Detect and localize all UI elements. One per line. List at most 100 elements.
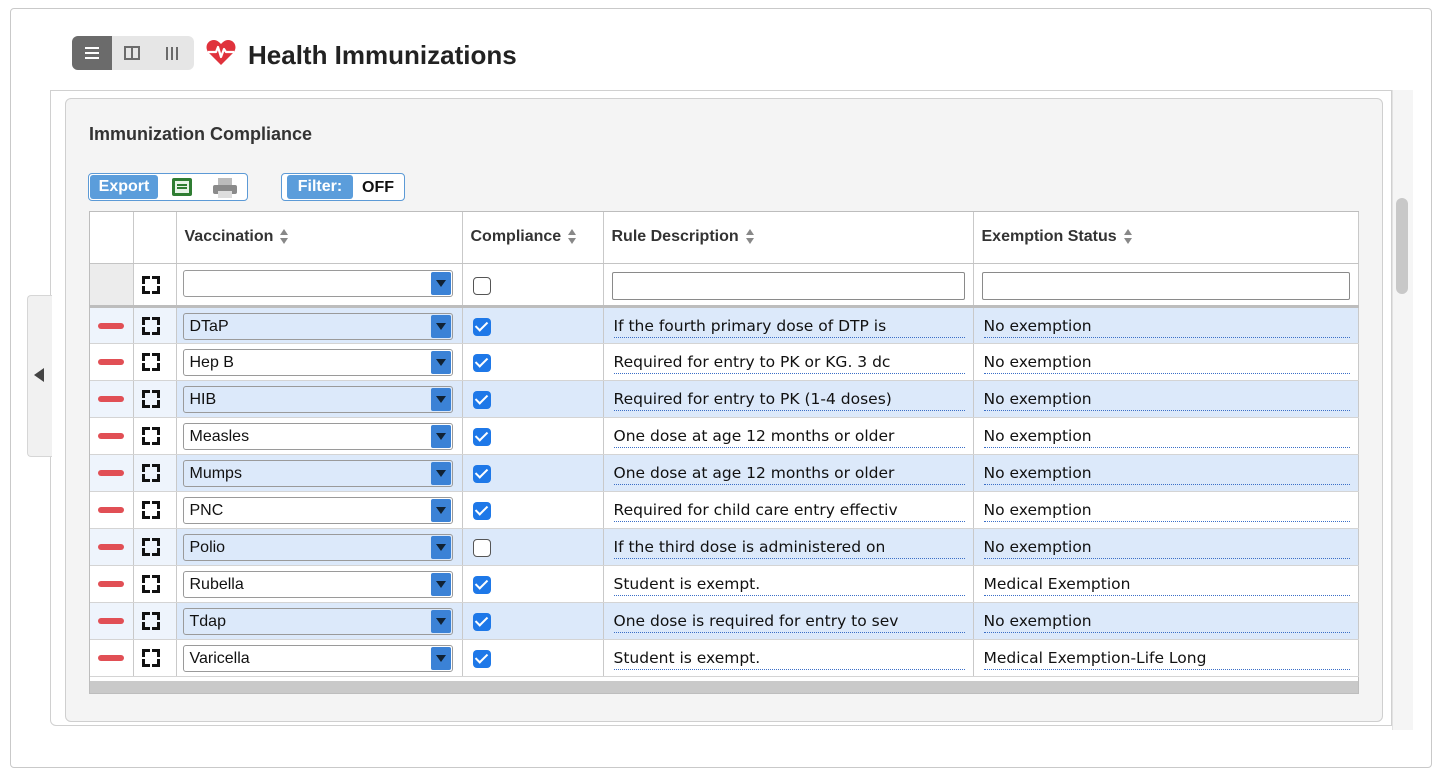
filter-toggle[interactable]: Filter: OFF (281, 173, 405, 201)
print-icon[interactable] (213, 178, 237, 198)
column-header-exemption-status[interactable]: Exemption Status (973, 212, 1359, 264)
column-header-compliance[interactable]: Compliance (462, 212, 604, 264)
expand-row-icon[interactable] (141, 352, 160, 371)
delete-row-icon[interactable] (98, 469, 124, 476)
compliance-checkbox[interactable] (472, 353, 491, 372)
expand-row-icon[interactable] (141, 611, 160, 630)
compliance-checkbox[interactable] (472, 464, 491, 483)
vaccination-select[interactable]: Measles (182, 422, 453, 450)
table-row: Mumps One dose at age 12 months or older N… (90, 454, 1359, 492)
rule-description-text[interactable]: One dose at age 12 months or older (613, 462, 965, 485)
collapse-sidebar-button[interactable] (27, 295, 52, 457)
exemption-status-text[interactable]: No exemption (983, 388, 1350, 411)
rule-description-text[interactable]: If the third dose is administered on (613, 536, 965, 559)
filter-cell-rule (603, 263, 974, 308)
delete-row-icon[interactable] (98, 395, 124, 402)
vaccination-select[interactable]: Hep B (182, 348, 453, 376)
exemption-status-text[interactable]: No exemption (983, 425, 1350, 448)
exemption-status-text[interactable]: Medical Exemption-Life Long (983, 647, 1350, 670)
sort-icon[interactable] (745, 228, 755, 246)
exemption-status-text[interactable]: No exemption (983, 351, 1350, 374)
expand-row-icon[interactable] (141, 389, 160, 408)
compliance-checkbox[interactable] (472, 538, 491, 557)
rule-description-text[interactable]: One dose is required for entry to sev (613, 610, 965, 633)
vaccination-filter-select[interactable] (182, 269, 453, 297)
delete-row-icon[interactable] (98, 506, 124, 513)
filter-cell-expand (133, 263, 177, 308)
delete-row-icon[interactable] (98, 580, 124, 587)
export-button[interactable]: Export (90, 175, 158, 199)
compliance-cell (462, 639, 604, 677)
exemption-status-text[interactable]: Medical Exemption (983, 573, 1350, 596)
rule-description-text[interactable]: Student is exempt. (613, 647, 965, 670)
rule-filter-input[interactable] (611, 271, 965, 300)
view-toggle (72, 36, 194, 70)
compliance-filter-checkbox[interactable] (472, 276, 491, 295)
vaccination-select[interactable]: Polio (182, 533, 453, 561)
compliance-checkbox[interactable] (472, 575, 491, 594)
scrollbar-thumb[interactable] (1396, 198, 1408, 294)
rule-description-text[interactable]: If the fourth primary dose of DTP is (613, 315, 965, 338)
compliance-checkbox[interactable] (472, 501, 491, 520)
compliance-checkbox[interactable] (472, 612, 491, 631)
exemption-status-text[interactable]: No exemption (983, 462, 1350, 485)
excel-icon[interactable] (172, 178, 192, 196)
expand-row-icon[interactable] (141, 574, 160, 593)
vertical-scrollbar[interactable] (1392, 90, 1413, 730)
vaccination-select[interactable]: Tdap (182, 607, 453, 635)
exemption-status-text[interactable]: No exemption (983, 499, 1350, 522)
exemption-filter-input[interactable] (981, 271, 1350, 300)
rule-description-text[interactable]: Required for entry to PK or KG. 3 dc (613, 351, 965, 374)
compliance-cell (462, 343, 604, 381)
column-header-rule-description[interactable]: Rule Description (603, 212, 974, 264)
delete-cell (90, 491, 134, 529)
delete-row-icon[interactable] (98, 322, 124, 329)
column-header-vaccination[interactable]: Vaccination (176, 212, 463, 264)
sort-icon[interactable] (567, 228, 577, 246)
delete-row-icon[interactable] (98, 654, 124, 661)
list-view-button[interactable] (72, 36, 112, 70)
compliance-checkbox[interactable] (472, 317, 491, 336)
delete-row-icon[interactable] (98, 617, 124, 624)
sort-icon[interactable] (1123, 228, 1133, 246)
delete-cell (90, 602, 134, 640)
table-row: Measles One dose at age 12 months or olde… (90, 417, 1359, 455)
delete-row-icon[interactable] (98, 543, 124, 550)
sort-icon[interactable] (279, 228, 289, 246)
compliance-cell (462, 602, 604, 640)
exemption-status-text[interactable]: No exemption (983, 315, 1350, 338)
expand-row-icon[interactable] (141, 537, 160, 556)
vaccination-select[interactable]: HIB (182, 385, 453, 413)
expand-row-icon[interactable] (141, 426, 160, 445)
vaccination-select[interactable]: DTaP (182, 312, 453, 340)
expand-row-icon[interactable] (141, 500, 160, 519)
expand-row-icon[interactable] (141, 463, 160, 482)
rule-description-text[interactable]: One dose at age 12 months or older (613, 425, 965, 448)
split-view-button[interactable] (112, 36, 152, 70)
compliance-checkbox[interactable] (472, 390, 491, 409)
vaccination-select[interactable]: Rubella (182, 570, 453, 598)
exemption-status-text[interactable]: No exemption (983, 536, 1350, 559)
header-delete (90, 212, 134, 264)
vaccination-cell: PNC (176, 491, 463, 529)
rule-description-text[interactable]: Required for entry to PK (1-4 doses) (613, 388, 965, 411)
compliance-cell (462, 528, 604, 566)
compliance-checkbox[interactable] (472, 427, 491, 446)
expand-all-icon[interactable] (141, 275, 160, 294)
exemption-status-text[interactable]: No exemption (983, 610, 1350, 633)
delete-row-icon[interactable] (98, 358, 124, 365)
vaccination-select[interactable]: Varicella (182, 644, 453, 672)
columns-view-button[interactable] (152, 36, 192, 70)
vaccination-select[interactable]: PNC (182, 496, 453, 524)
rule-description-text[interactable]: Student is exempt. (613, 573, 965, 596)
delete-cell (90, 528, 134, 566)
vaccination-cell: Mumps (176, 454, 463, 492)
delete-row-icon[interactable] (98, 432, 124, 439)
vaccination-select[interactable]: Mumps (182, 459, 453, 487)
rule-description-text[interactable]: Required for child care entry effectiv (613, 499, 965, 522)
expand-row-icon[interactable] (141, 316, 160, 335)
compliance-checkbox[interactable] (472, 649, 491, 668)
exemption-cell: No exemption (973, 380, 1359, 418)
page-title: Health Immunizations (248, 40, 517, 70)
expand-row-icon[interactable] (141, 648, 160, 667)
